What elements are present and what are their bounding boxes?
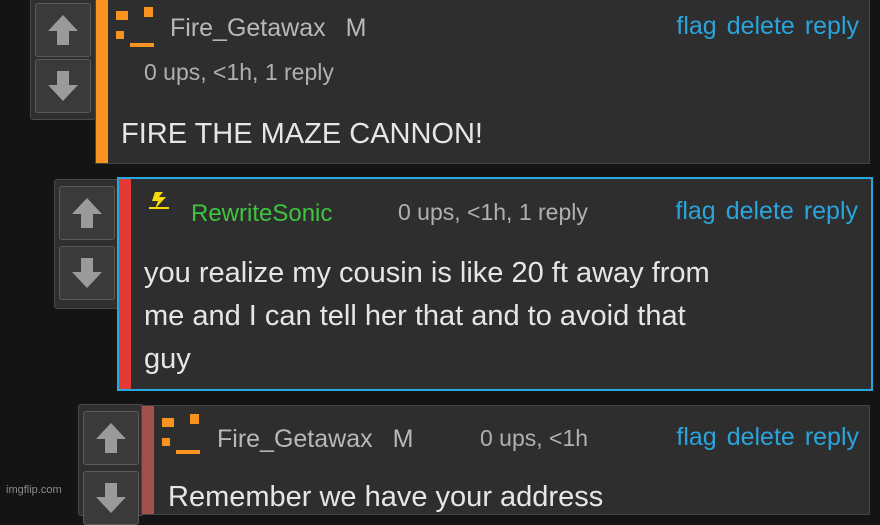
vote-column	[30, 0, 96, 120]
arrow-down-icon	[72, 258, 102, 288]
arrow-up-icon	[72, 198, 102, 228]
delete-link[interactable]: delete	[726, 197, 794, 225]
upvote-button[interactable]	[59, 186, 115, 240]
watermark: imgflip.com	[6, 484, 62, 496]
avatar	[162, 414, 200, 454]
comment-text: Remember we have your address	[168, 481, 604, 513]
downvote-button[interactable]	[59, 246, 115, 300]
comment-meta: 0 ups, <1h, 1 reply	[398, 199, 588, 225]
delete-link[interactable]: delete	[727, 423, 795, 451]
reply-link[interactable]: reply	[805, 12, 859, 40]
comment-meta: 0 ups, <1h	[480, 425, 589, 451]
arrow-up-icon	[96, 423, 126, 453]
username-text[interactable]: Fire_Getawax	[217, 425, 373, 453]
arrow-up-icon	[48, 15, 78, 45]
downvote-button[interactable]	[83, 471, 139, 525]
username[interactable]: Fire_Getawax M	[170, 14, 366, 43]
lightning-avatar	[149, 192, 169, 209]
comment-text-line: you realize my cousin is like 20 ft away…	[144, 257, 710, 289]
comment-depth-stripe	[142, 406, 154, 514]
arrow-down-icon	[96, 483, 126, 513]
comment-highlighted: RewriteSonic 0 ups, <1h, 1 reply flag del…	[117, 177, 873, 391]
flag-link[interactable]: flag	[676, 423, 716, 451]
username[interactable]: Fire_Getawax M	[217, 425, 413, 454]
comment: Fire_Getawax M flag delete reply 0 ups, <1h…	[95, 0, 870, 164]
comment-actions: flag delete reply	[666, 12, 859, 41]
comment: Fire_Getawax M 0 ups, <1h flag delete reply…	[141, 405, 870, 515]
comment-depth-stripe	[96, 0, 108, 163]
arrow-down-icon	[48, 71, 78, 101]
comment-actions: flag delete reply	[666, 423, 859, 452]
upvote-button[interactable]	[83, 411, 139, 465]
reply-link[interactable]: reply	[804, 197, 858, 225]
comment-actions: flag delete reply	[665, 197, 858, 226]
upvote-button[interactable]	[35, 3, 91, 57]
avatar	[116, 7, 154, 47]
vote-column	[54, 179, 120, 309]
username[interactable]: RewriteSonic	[191, 200, 332, 228]
comment-meta: 0 ups, <1h, 1 reply	[144, 59, 334, 85]
comment-text-line: guy	[144, 343, 191, 375]
username-text[interactable]: RewriteSonic	[191, 200, 332, 227]
reply-link[interactable]: reply	[805, 423, 859, 451]
comment-text: you realize my cousin is like 20 ft away…	[144, 252, 710, 381]
username-text[interactable]: Fire_Getawax	[170, 14, 326, 42]
downvote-button[interactable]	[35, 59, 91, 113]
mod-badge: M	[392, 425, 414, 453]
comment-depth-stripe	[119, 179, 131, 389]
comment-text-line: me and I can tell her that and to avoid …	[144, 300, 686, 332]
vote-column	[78, 404, 144, 525]
delete-link[interactable]: delete	[727, 12, 795, 40]
mod-badge: M	[345, 14, 367, 42]
flag-link[interactable]: flag	[676, 12, 716, 40]
comment-text: FIRE THE MAZE CANNON!	[121, 118, 483, 150]
flag-link[interactable]: flag	[675, 197, 715, 225]
